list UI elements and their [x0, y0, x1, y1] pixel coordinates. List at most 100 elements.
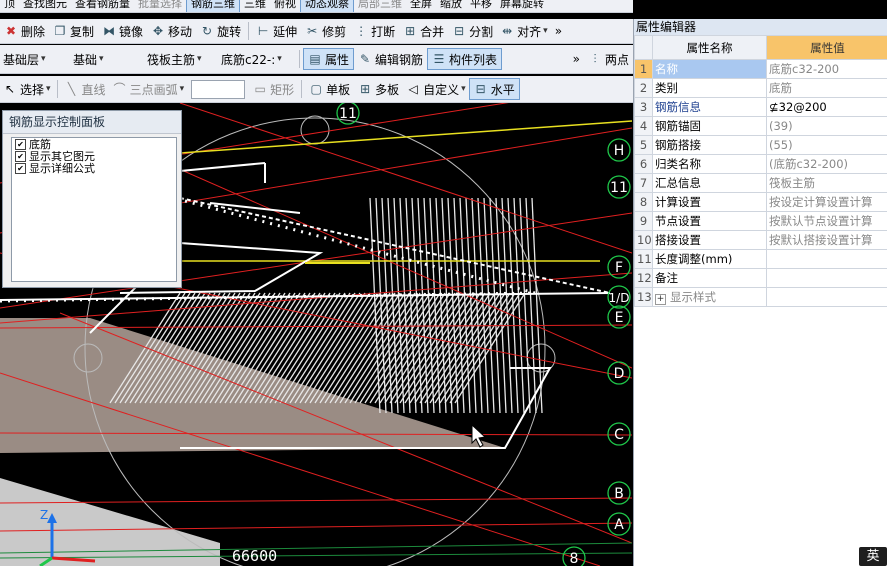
top-view-button[interactable]: 俯视 — [270, 0, 300, 12]
property-row-lap-settings[interactable]: 10 搭接设置 按默认搭接设置计算 — [634, 230, 887, 250]
two-points-button[interactable]: ⫶ 两点 — [584, 49, 633, 69]
axis-label-c: C — [614, 427, 624, 443]
align-dropdown[interactable]: ⇹ 对齐 — [497, 21, 551, 41]
snap-icon: ⫶ — [593, 52, 597, 66]
property-value[interactable]: 筏板主筋 — [766, 173, 887, 193]
property-value[interactable]: 底筋 — [766, 78, 887, 98]
property-value[interactable]: ⊈32@200 — [766, 97, 887, 117]
screen-rotate-button[interactable]: 屏幕旋转 — [496, 0, 548, 12]
checkbox-check-icon: ✔ — [15, 163, 26, 174]
find-element-button[interactable]: 查找图元 — [19, 0, 71, 12]
three-point-arc-dropdown[interactable]: ⌒ 三点画弧 — [110, 79, 188, 99]
axis-label-b: B — [614, 486, 624, 502]
zoom-button[interactable]: 缩放 — [436, 0, 466, 12]
property-value[interactable] — [766, 287, 887, 307]
rotate-icon: ↻ — [202, 24, 213, 38]
property-value[interactable]: 按设定计算设置计算 — [766, 192, 887, 212]
property-row-length-adjust[interactable]: 11 长度调整(mm) — [634, 249, 887, 269]
component-list-button[interactable]: ☰ 构件列表 — [427, 48, 503, 70]
property-name: 汇总信息 — [652, 173, 767, 193]
merge-button[interactable]: ⊞ 合并 — [399, 21, 448, 41]
copy-button[interactable]: ❐ 复制 — [49, 21, 98, 41]
property-value[interactable] — [766, 268, 887, 288]
3d-button[interactable]: 三维 — [240, 0, 270, 12]
property-row-name[interactable]: 1 名称 底筋c32-200 — [634, 59, 887, 79]
property-value[interactable]: 按默认节点设置计算 — [766, 211, 887, 231]
checkbox-show-detailed-formula[interactable]: ✔ 显示详细公式 — [12, 163, 176, 174]
ime-indicator[interactable]: 英 — [859, 547, 887, 566]
property-name: 节点设置 — [652, 211, 767, 231]
property-name: 类别 — [652, 78, 767, 98]
row-number: 8 — [634, 192, 653, 212]
multi-board-button[interactable]: ⊞ 多板 — [354, 79, 403, 99]
property-name: 长度调整(mm) — [652, 249, 767, 269]
property-row-remark[interactable]: 12 备注 — [634, 268, 887, 288]
row-number: 9 — [634, 211, 653, 231]
extend-button[interactable]: ⊢ 延伸 — [252, 21, 301, 41]
edit-rebar-button[interactable]: ✎ 编辑钢筋 — [354, 49, 427, 69]
properties-button[interactable]: ▤ 属性 — [303, 48, 355, 70]
single-board-button[interactable]: ▢ 单板 — [305, 79, 354, 99]
checkbox-label: 显示其它图元 — [29, 150, 95, 163]
component-select[interactable]: 底筋c22-: — [218, 49, 296, 69]
delete-button[interactable]: ✖ 删除 — [0, 21, 49, 41]
rectangle-button[interactable]: ▭ 矩形 — [249, 79, 298, 99]
rotate-label: 旋转 — [217, 24, 242, 39]
expand-plus-icon[interactable]: + — [655, 294, 666, 305]
split-button[interactable]: ⊟ 分割 — [448, 21, 497, 41]
copy-label: 复制 — [70, 24, 95, 39]
checkbox-label: 底筋 — [29, 138, 51, 151]
dimension-text: 66600 — [232, 547, 277, 565]
property-row-rebar-info[interactable]: 3 钢筋信息 ⊈32@200 — [634, 97, 887, 117]
rotate-button[interactable]: ↻ 旋转 — [196, 21, 245, 41]
property-editor: 属性编辑器 属性名称 属性值 1 名称 底筋c32-200 2 类别 底筋 3 钢筋信息 ⊈… — [633, 19, 887, 566]
property-row-summary[interactable]: 7 汇总信息 筏板主筋 — [634, 173, 887, 193]
select-dropdown[interactable]: ↖ 选择 — [0, 79, 54, 99]
property-value[interactable]: (底筋c32-200) — [766, 154, 887, 174]
parameter-input[interactable] — [191, 79, 246, 99]
dynamic-observe-button[interactable]: 动态观察 — [300, 0, 354, 12]
row-number: 4 — [634, 116, 653, 136]
single-board-icon: ▢ — [310, 82, 322, 96]
merge-label: 合并 — [420, 24, 445, 39]
property-row-class-name[interactable]: 6 归类名称 (底筋c32-200) — [634, 154, 887, 174]
axis-z-label: Z — [40, 508, 48, 522]
component-type-select[interactable]: 筏板主筋 — [144, 49, 218, 69]
pan-button[interactable]: 平移 — [466, 0, 496, 12]
local-3d-button[interactable]: 局部三维 — [354, 0, 406, 12]
break-button[interactable]: ⋮ 打断 — [350, 21, 399, 41]
property-row-anchorage[interactable]: 4 钢筋锚固 (39) — [634, 116, 887, 136]
horizontal-button[interactable]: ⊟ 水平 — [468, 78, 520, 100]
property-row-lap[interactable]: 5 钢筋搭接 (55) — [634, 135, 887, 155]
fullscreen-button[interactable]: 全屏 — [406, 0, 436, 12]
view-rebar-quantity-button[interactable]: 查看钢筋量 — [71, 0, 134, 12]
properties-label: 属性 — [325, 52, 350, 67]
property-name: 钢筋搭接 — [652, 135, 767, 155]
property-value[interactable]: (39) — [766, 116, 887, 136]
property-value[interactable]: 底筋c32-200 — [766, 59, 887, 79]
more-chevron-icon[interactable]: » — [551, 21, 566, 41]
property-value[interactable] — [766, 249, 887, 269]
property-value[interactable]: (55) — [766, 135, 887, 155]
property-row-display-style[interactable]: 13 + 显示样式 — [634, 287, 887, 307]
more-chevron-icon[interactable]: » — [569, 49, 584, 69]
property-row-calc-settings[interactable]: 8 计算设置 按设定计算设置计算 — [634, 192, 887, 212]
mirror-button[interactable]: ⧓ 镜像 — [98, 21, 147, 41]
trim-button[interactable]: ✂ 修剪 — [301, 21, 350, 41]
line-button[interactable]: ╲ 直线 — [61, 79, 110, 99]
properties-icon: ▤ — [309, 52, 321, 66]
batch-select-button[interactable]: 批量选择 — [134, 0, 186, 12]
property-row-node-settings[interactable]: 9 节点设置 按默认节点设置计算 — [634, 211, 887, 231]
category-select[interactable]: 基础 — [70, 49, 144, 69]
property-row-category[interactable]: 2 类别 底筋 — [634, 78, 887, 98]
row-number: 1 — [634, 59, 653, 79]
mirror-label: 镜像 — [119, 24, 144, 39]
rebar-3d-button[interactable]: 钢筋三维 — [186, 0, 240, 12]
property-value[interactable]: 按默认搭接设置计算 — [766, 230, 887, 250]
move-button[interactable]: ✥ 移动 — [147, 21, 196, 41]
custom-dropdown[interactable]: ◁ 自定义 — [403, 79, 469, 99]
checkbox-bottom-rebar[interactable]: ✔ 底筋 — [12, 139, 176, 150]
layer-select[interactable]: 基础层 — [0, 49, 70, 69]
checkbox-show-other-elements[interactable]: ✔ 显示其它图元 — [12, 151, 176, 162]
line-label: 直线 — [81, 82, 106, 97]
